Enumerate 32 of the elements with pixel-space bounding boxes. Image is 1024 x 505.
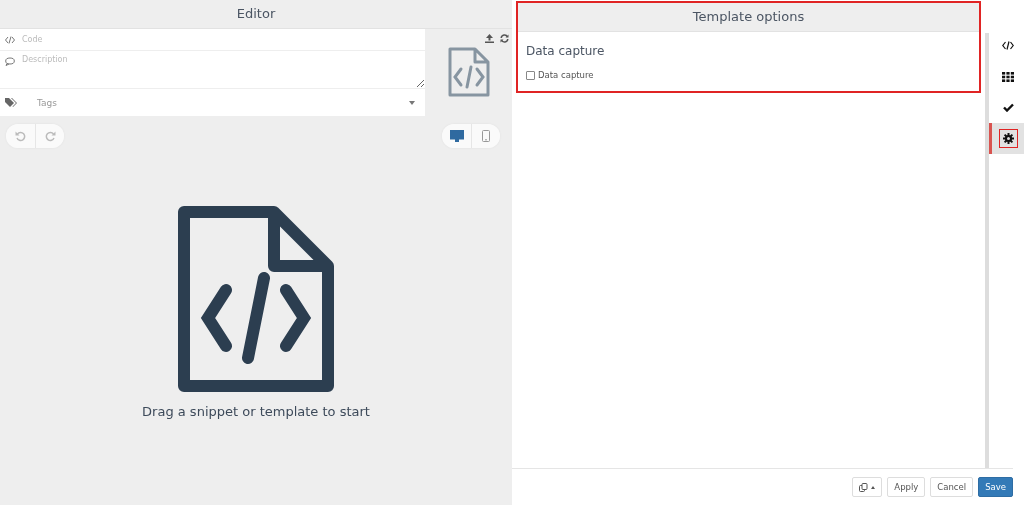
caret-icon <box>409 100 415 105</box>
sidebar-tab[interactable] <box>989 123 1024 154</box>
desktop-view-button[interactable] <box>442 124 471 148</box>
code-file-icon <box>176 206 336 392</box>
tags-icon <box>5 98 17 107</box>
phone-icon <box>482 130 490 142</box>
undo-icon <box>15 130 26 142</box>
copy-dropdown-button[interactable] <box>852 477 883 497</box>
code-file-icon <box>446 47 491 97</box>
grid-icon <box>1002 71 1014 82</box>
speech-bubble-icon <box>5 57 15 66</box>
data-capture-checkbox[interactable]: Data capture <box>526 70 594 80</box>
monitor-icon <box>449 130 464 142</box>
footer-button[interactable]: Cancel <box>930 477 974 497</box>
checkbox-label: Data capture <box>538 70 594 80</box>
tags-placeholder: Tags <box>37 97 58 108</box>
footer-button[interactable]: Save <box>978 477 1013 497</box>
checkmark-icon <box>1002 103 1014 112</box>
section-title: Data capture <box>526 44 606 58</box>
caret-icon <box>871 485 876 489</box>
empty-editor-message: Drag a snippet or template to start <box>142 404 370 419</box>
code-icon <box>5 35 15 44</box>
checkbox-square[interactable] <box>526 70 535 80</box>
upload-icon[interactable] <box>485 34 494 43</box>
code-icon <box>1002 41 1014 50</box>
refresh-icon[interactable] <box>500 34 509 43</box>
settings-icon <box>1002 133 1014 144</box>
mobile-view-button[interactable] <box>471 124 500 148</box>
template-options-title: Template options <box>518 3 979 32</box>
redo-icon <box>44 130 56 142</box>
copy-icon <box>859 482 869 492</box>
footer-button[interactable]: Apply <box>887 477 926 497</box>
